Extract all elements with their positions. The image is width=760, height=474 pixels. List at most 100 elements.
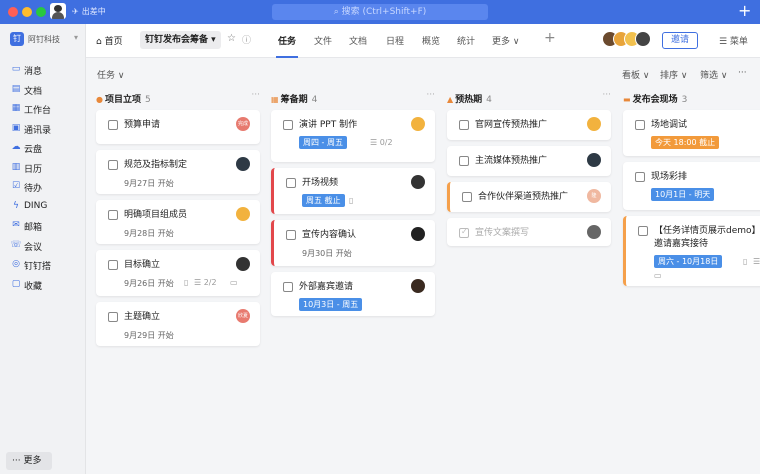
task-checkbox[interactable] (459, 120, 469, 130)
assignee-avatar[interactable]: 隆 (587, 189, 601, 203)
sidebar-item-11[interactable]: ▢ 收藏 (10, 277, 80, 293)
member-avatars[interactable] (602, 31, 656, 49)
info-icon[interactable]: ⓘ (242, 33, 251, 46)
project-switcher[interactable]: 钉钉发布会筹备 ▾ (140, 31, 221, 49)
view-toolbar: 任务 ∨ 看板 ∨ 排序 ∨ 筛选 ∨ ··· (86, 58, 760, 88)
assignee-avatar[interactable]: 完成 (236, 117, 250, 131)
column-more-icon[interactable]: ··· (251, 90, 260, 100)
task-card[interactable]: 规范及指标制定 9月27日 开始 (96, 150, 260, 194)
assignee-avatar[interactable] (587, 153, 601, 167)
assignee-avatar[interactable]: 欣夏 (236, 309, 250, 323)
tab-schedule[interactable]: 日程 (386, 34, 404, 47)
sidebar-more-button[interactable]: ··· 更多 (6, 452, 52, 470)
column-more-icon[interactable]: ··· (426, 90, 435, 100)
task-checkbox[interactable] (459, 156, 469, 166)
column-title: ▬ 发布会现场 3 (623, 92, 687, 105)
task-card[interactable]: 预算申请 完成 (96, 110, 260, 144)
task-card[interactable]: 合作伙伴渠道预热推广 隆 (447, 182, 611, 212)
task-checkbox[interactable] (108, 210, 118, 220)
user-status[interactable]: ✈ 出差中 (72, 6, 106, 17)
tab-tasks[interactable]: 任务 (278, 34, 296, 47)
sidebar-item-8[interactable]: ✉ 邮箱 (10, 218, 80, 234)
task-checkbox[interactable] (638, 226, 648, 236)
more-options-icon[interactable]: ··· (738, 68, 747, 78)
column-header: ● 项目立项 5 ··· (96, 88, 260, 108)
maximize-window-button[interactable] (36, 7, 46, 17)
sidebar-item-7[interactable]: ϟ DING (10, 199, 80, 215)
task-checkbox[interactable] (635, 172, 645, 182)
board-view-dropdown[interactable]: 看板 ∨ (622, 68, 649, 81)
sidebar-item-label: DING (24, 200, 48, 211)
sidebar-item-5[interactable]: ▥ 日历 (10, 160, 80, 176)
global-search-input[interactable]: ⌕ 搜索 (Ctrl+Shift+F) (272, 4, 488, 20)
task-card[interactable]: ✓ 宣传文案撰写 (447, 218, 611, 246)
task-checkbox[interactable] (286, 230, 296, 240)
minimize-window-button[interactable] (22, 7, 32, 17)
assignee-avatar[interactable] (411, 279, 425, 293)
user-avatar[interactable] (50, 3, 66, 19)
task-title: 开场视频 (302, 178, 339, 188)
task-checkbox[interactable] (108, 120, 118, 130)
start-date: 9月30日 开始 (302, 249, 352, 258)
task-checkbox[interactable]: ✓ (459, 227, 469, 238)
assignee-avatar[interactable] (411, 227, 425, 241)
task-checkbox[interactable] (108, 260, 118, 270)
tab-files[interactable]: 文件 (314, 34, 332, 47)
sort-dropdown[interactable]: 排序 ∨ (660, 68, 687, 81)
start-date: 9月29日 开始 (124, 331, 174, 340)
filter-dropdown[interactable]: 筛选 ∨ (700, 68, 727, 81)
org-switcher[interactable]: 钉 阿钉科技 ▾ (6, 30, 82, 48)
close-window-button[interactable] (8, 7, 18, 17)
assignee-avatar[interactable] (587, 225, 601, 239)
sidebar-item-9[interactable]: ☏ 会议 (10, 238, 80, 254)
tab-stats[interactable]: 统计 (457, 34, 475, 47)
task-checkbox[interactable] (283, 282, 293, 292)
tab-overview[interactable]: 概览 (422, 34, 440, 47)
assignee-avatar[interactable] (411, 117, 425, 131)
sidebar-item-1[interactable]: ▤ 文档 (10, 82, 80, 98)
task-card[interactable]: 开场视频 周五 截止 ▯ (271, 168, 435, 214)
assignee-avatar[interactable] (236, 207, 250, 221)
assignee-avatar[interactable] (236, 257, 250, 271)
contacts-icon: ▣ (11, 122, 21, 133)
task-card[interactable]: 目标确立 9月26日 开始 ☰ 2/2 ▯ ▭ (96, 250, 260, 296)
task-checkbox[interactable] (283, 120, 293, 130)
star-icon[interactable]: ☆ (227, 33, 236, 44)
task-card[interactable]: 明确项目组成员 9月28日 开始 (96, 200, 260, 244)
tab-docs[interactable]: 文档 (349, 34, 367, 47)
task-card[interactable]: 主题确立 欣夏 9月29日 开始 (96, 302, 260, 346)
add-tab-icon[interactable]: + (544, 30, 556, 46)
sidebar-item-0[interactable]: ▭ 消息 (10, 62, 80, 78)
task-card[interactable]: 官网宣传预热推广 (447, 110, 611, 140)
invite-button[interactable]: 邀请 (662, 32, 699, 49)
assignee-avatar[interactable] (411, 175, 425, 189)
task-card[interactable]: 主流媒体预热推广 (447, 146, 611, 176)
task-card[interactable]: 【任务详情页展示demo】邀请嘉宾接待周六 - 10月18日 ☰ 0/6 ▯ ▭ (623, 216, 760, 286)
subtask-icon: ☰ (194, 278, 204, 287)
column-more-icon[interactable]: ··· (602, 90, 611, 100)
menu-button[interactable]: ☰ 菜单 (719, 34, 748, 47)
tab-more[interactable]: 更多 ∨ (492, 34, 519, 47)
sidebar-item-label: 收藏 (24, 281, 43, 292)
sidebar-item-3[interactable]: ▣ 通讯录 (10, 121, 80, 137)
task-card[interactable]: 场地调试 今天 18:00 截止 (623, 110, 760, 156)
task-checkbox[interactable] (108, 160, 118, 170)
comment-icon: ▭ (230, 278, 238, 287)
assignee-avatar[interactable] (236, 157, 250, 171)
assignee-avatar[interactable] (587, 117, 601, 131)
sidebar-item-4[interactable]: ☁ 云盘 (10, 140, 80, 156)
sidebar-item-10[interactable]: ◎ 钉钉搭 (10, 257, 80, 273)
home-link[interactable]: ⌂ 首页 (96, 34, 123, 47)
task-card[interactable]: 现场彩排 10月1日 - 明天 (623, 162, 760, 210)
task-checkbox[interactable] (462, 192, 472, 202)
task-filter-dropdown[interactable]: 任务 ∨ (97, 68, 124, 81)
task-card[interactable]: 外部嘉宾邀请 10月3日 - 周五 (271, 272, 435, 316)
add-icon[interactable]: + (738, 2, 751, 20)
sidebar-item-6[interactable]: ☑ 待办 (10, 179, 80, 195)
task-card[interactable]: 宣传内容确认 9月30日 开始 (271, 220, 435, 266)
task-card[interactable]: 演讲 PPT 制作 周四 - 周五 ☰ 0/2 (271, 110, 435, 162)
task-checkbox[interactable] (108, 312, 118, 322)
task-checkbox[interactable] (286, 178, 296, 188)
task-checkbox[interactable] (635, 120, 645, 130)
sidebar-item-2[interactable]: ▦ 工作台 (10, 101, 80, 117)
